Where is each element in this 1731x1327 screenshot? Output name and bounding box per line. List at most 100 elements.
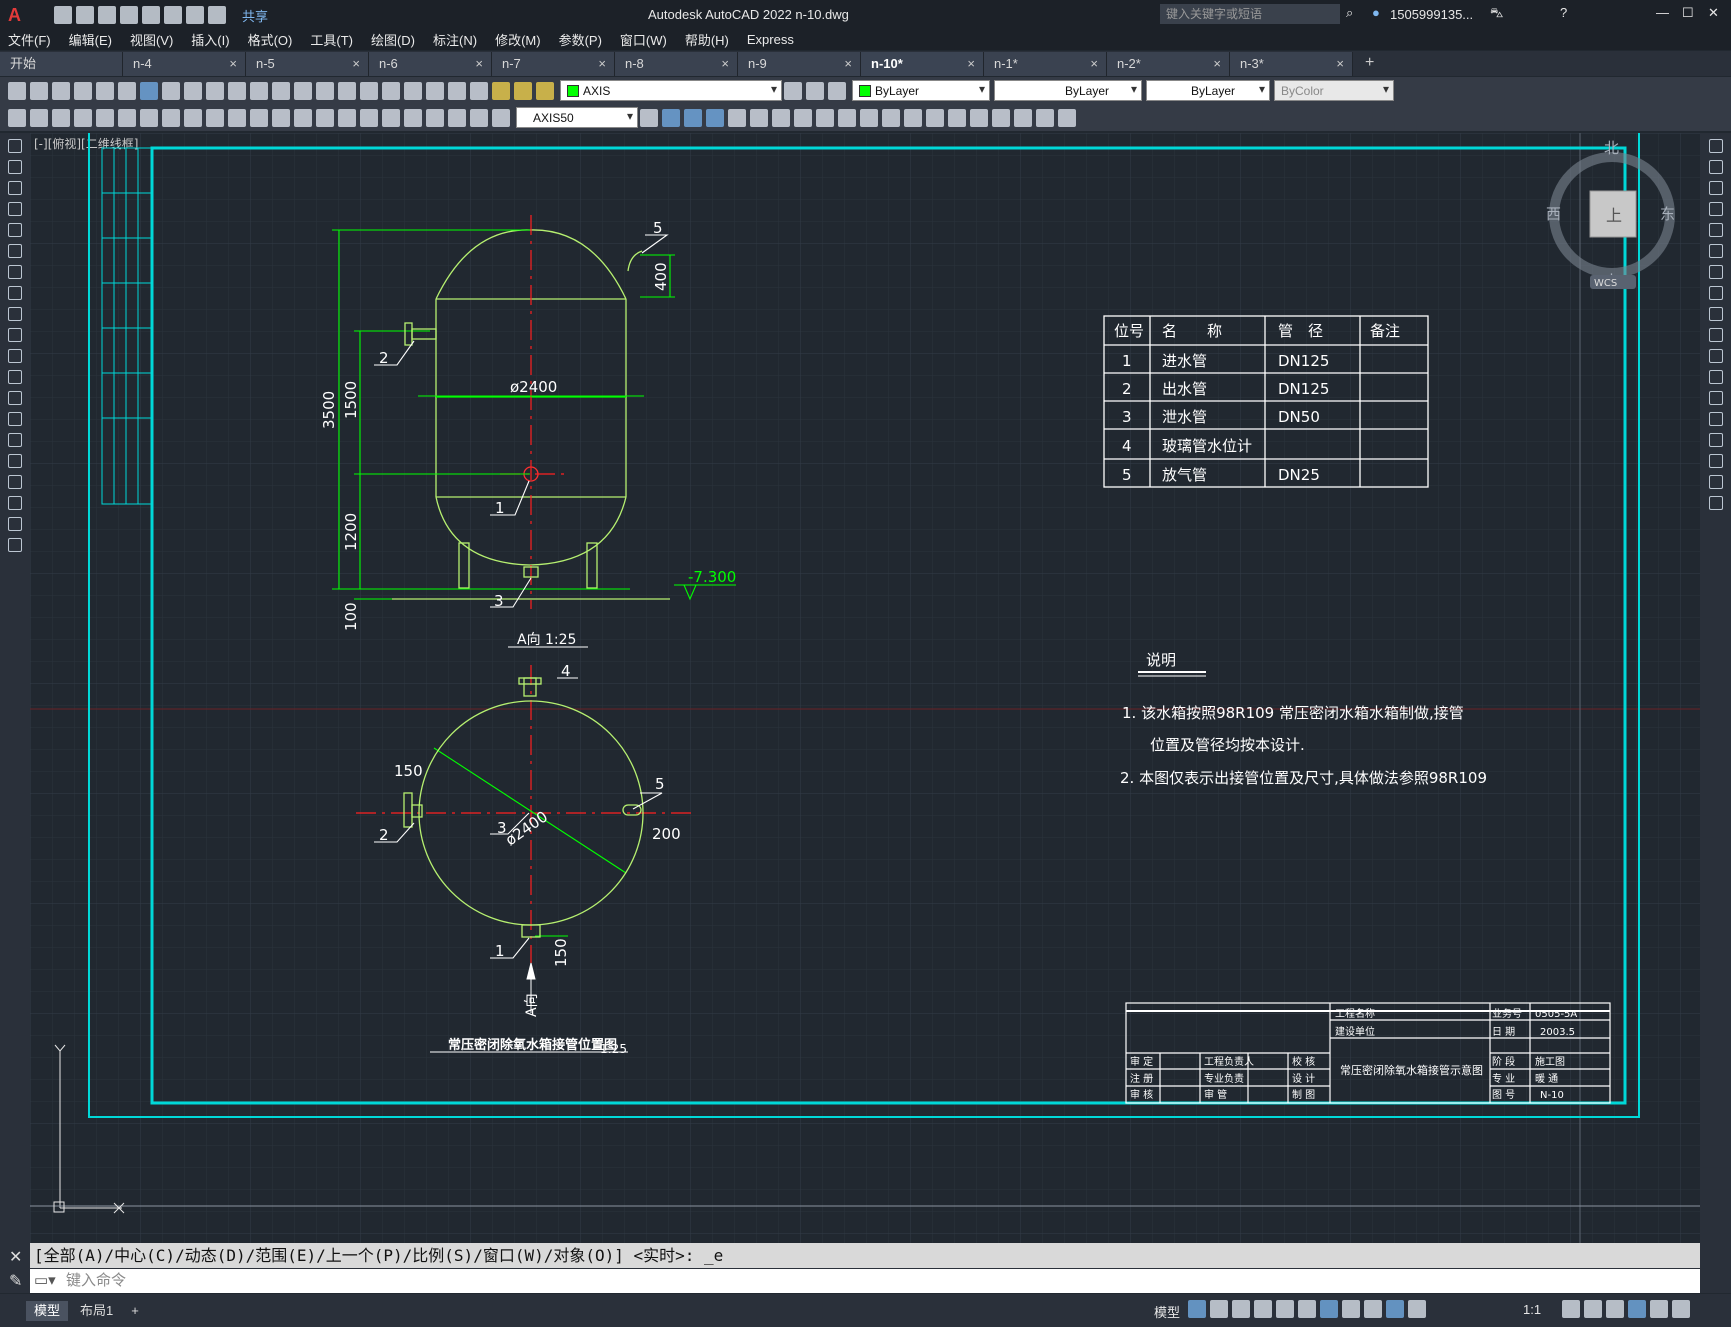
annotation-visibility-icon[interactable] <box>1386 1300 1404 1318</box>
inspect-icon[interactable] <box>404 108 422 127</box>
menu-item[interactable]: 编辑(E) <box>69 30 112 49</box>
command-input[interactable]: ▭▾ 键入命令 <box>30 1269 1700 1293</box>
viewcube-west[interactable]: 西 <box>1546 205 1561 223</box>
menu-item[interactable]: 标注(N) <box>433 30 477 49</box>
rectangle-icon[interactable] <box>8 223 22 237</box>
viewcube-top[interactable]: 上 <box>1606 206 1622 225</box>
transparency-icon[interactable] <box>1364 1300 1382 1318</box>
tb-r1-2[interactable]: 校 核 <box>1292 1055 1315 1068</box>
layer-on-icon[interactable] <box>492 81 510 100</box>
table-cell[interactable]: 泄水管 <box>1162 408 1207 426</box>
tb-r1-1[interactable]: 工程负责人 <box>1204 1055 1254 1068</box>
tag-5-plan[interactable]: 5 <box>655 775 665 793</box>
model-space-button[interactable]: 模型 <box>1154 1302 1180 1321</box>
document-tab[interactable]: 开始 <box>0 52 123 76</box>
note-line-1[interactable]: 1. 该水箱按照98R109 常压密闭水箱水箱制做,接管 <box>1122 704 1464 722</box>
tag-3-plan[interactable]: 3 <box>497 819 507 837</box>
layer-prev-icon[interactable] <box>784 81 802 100</box>
tab-model[interactable]: 模型 <box>26 1300 69 1321</box>
jogged-dim-icon[interactable] <box>184 108 202 127</box>
line-icon[interactable] <box>8 139 22 153</box>
palettes-icon[interactable] <box>404 81 422 100</box>
dim-1500[interactable]: 1500 <box>342 381 360 419</box>
document-tab[interactable]: n-8 × <box>615 52 738 76</box>
match-icon[interactable] <box>8 108 26 127</box>
redo-icon[interactable] <box>208 6 226 24</box>
break-icon[interactable] <box>1014 108 1032 127</box>
erase-icon[interactable] <box>1708 139 1723 153</box>
tb-r2-2[interactable]: 设 计 <box>1292 1072 1315 1085</box>
undo-icon[interactable] <box>186 6 204 24</box>
chamfer-icon[interactable] <box>1708 433 1723 447</box>
search-icon[interactable]: ⌕ <box>1346 5 1353 21</box>
paste-icon[interactable] <box>206 81 224 100</box>
aligned-dim-icon[interactable] <box>96 108 114 127</box>
tag-1-front[interactable]: 1 <box>495 499 505 517</box>
menu-item[interactable]: 修改(M) <box>495 30 541 49</box>
mirror-icon[interactable] <box>816 108 834 127</box>
annotation-scale[interactable]: 1:1 <box>1523 1302 1541 1317</box>
chamfer-icon[interactable] <box>1036 108 1054 127</box>
radius-dim-icon[interactable] <box>162 108 180 127</box>
tab-close-icon[interactable]: × <box>229 52 237 76</box>
open-icon[interactable] <box>76 6 94 24</box>
menu-item[interactable]: 参数(P) <box>559 30 602 49</box>
erase-icon[interactable] <box>52 108 70 127</box>
plus-icon[interactable] <box>1584 1300 1602 1318</box>
array-icon[interactable] <box>1708 223 1723 237</box>
table-cell[interactable]: 玻璃管水位计 <box>1162 437 1252 455</box>
close-button[interactable]: ✕ <box>1708 5 1719 21</box>
hatch-icon[interactable] <box>8 433 22 447</box>
ellipse-arc-icon[interactable] <box>8 349 22 363</box>
dim-200[interactable]: 200 <box>652 825 681 843</box>
tb-project[interactable]: 工程名称 <box>1335 1007 1375 1020</box>
extend-icon[interactable] <box>882 108 900 127</box>
osnap-icon[interactable] <box>1320 1300 1338 1318</box>
ellipse-icon[interactable] <box>8 328 22 342</box>
tolerance-icon[interactable] <box>360 108 378 127</box>
save-icon[interactable] <box>98 6 116 24</box>
table-cell[interactable]: 4 <box>1122 437 1132 455</box>
plan-arrow-label[interactable]: A向 <box>524 993 540 1017</box>
tb-r3-1[interactable]: 审 管 <box>1204 1088 1227 1101</box>
drawing-canvas[interactable]: [-][俯视][二维线框] 3500 1500 1200 100 400 ø24… <box>30 133 1700 1243</box>
undo-icon[interactable] <box>250 81 268 100</box>
osnap-tracking-icon[interactable] <box>1298 1300 1316 1318</box>
ortho-icon[interactable] <box>1232 1300 1250 1318</box>
layer-freeze-icon[interactable] <box>514 81 532 100</box>
customization-icon[interactable] <box>1672 1300 1690 1318</box>
scale-icon[interactable] <box>1708 286 1723 300</box>
pan-icon[interactable] <box>294 81 312 100</box>
tag-4-plan[interactable]: 4 <box>561 662 571 680</box>
table-cell[interactable]: 5 <box>1122 466 1132 484</box>
dim-update-icon[interactable] <box>492 108 510 127</box>
cart-icon[interactable]: ⛍ <box>1490 5 1503 23</box>
quick-dim-icon[interactable] <box>250 108 268 127</box>
copy-obj-icon[interactable] <box>750 108 768 127</box>
tb-sheet[interactable]: 暖 通 <box>1535 1072 1558 1085</box>
tb-name[interactable]: 常压密闭除氧水箱接管示意图 <box>1340 1063 1483 1077</box>
tag-5-front[interactable]: 5 <box>653 219 663 237</box>
tab-close-icon[interactable]: × <box>844 52 852 76</box>
tb-sheet-label[interactable]: 专 业 <box>1492 1072 1515 1085</box>
tab-close-icon[interactable]: × <box>598 52 606 76</box>
front-view-title[interactable]: A向 1:25 <box>517 632 576 648</box>
tab-close-icon[interactable]: × <box>1336 52 1344 76</box>
table-cell[interactable]: DN50 <box>1278 408 1320 426</box>
menu-item[interactable]: 格式(O) <box>248 30 293 49</box>
spline-icon[interactable] <box>8 307 22 321</box>
tag-2-front[interactable]: 2 <box>379 349 389 367</box>
stretch-icon[interactable] <box>772 108 790 127</box>
tb-r1-0[interactable]: 审 定 <box>1130 1055 1153 1068</box>
notes-title[interactable]: 说明 <box>1146 651 1176 669</box>
new-icon[interactable] <box>8 81 26 100</box>
revcloud-icon[interactable] <box>8 286 22 300</box>
tag-2-plan[interactable]: 2 <box>379 826 389 844</box>
circle-icon[interactable] <box>8 265 22 279</box>
table-icon[interactable] <box>8 496 22 510</box>
units-icon[interactable] <box>1606 1300 1624 1318</box>
blend-icon[interactable] <box>1708 475 1723 489</box>
design-center-icon[interactable] <box>382 81 400 100</box>
share-button[interactable]: 共享 <box>242 6 268 25</box>
redo-icon[interactable] <box>272 81 290 100</box>
